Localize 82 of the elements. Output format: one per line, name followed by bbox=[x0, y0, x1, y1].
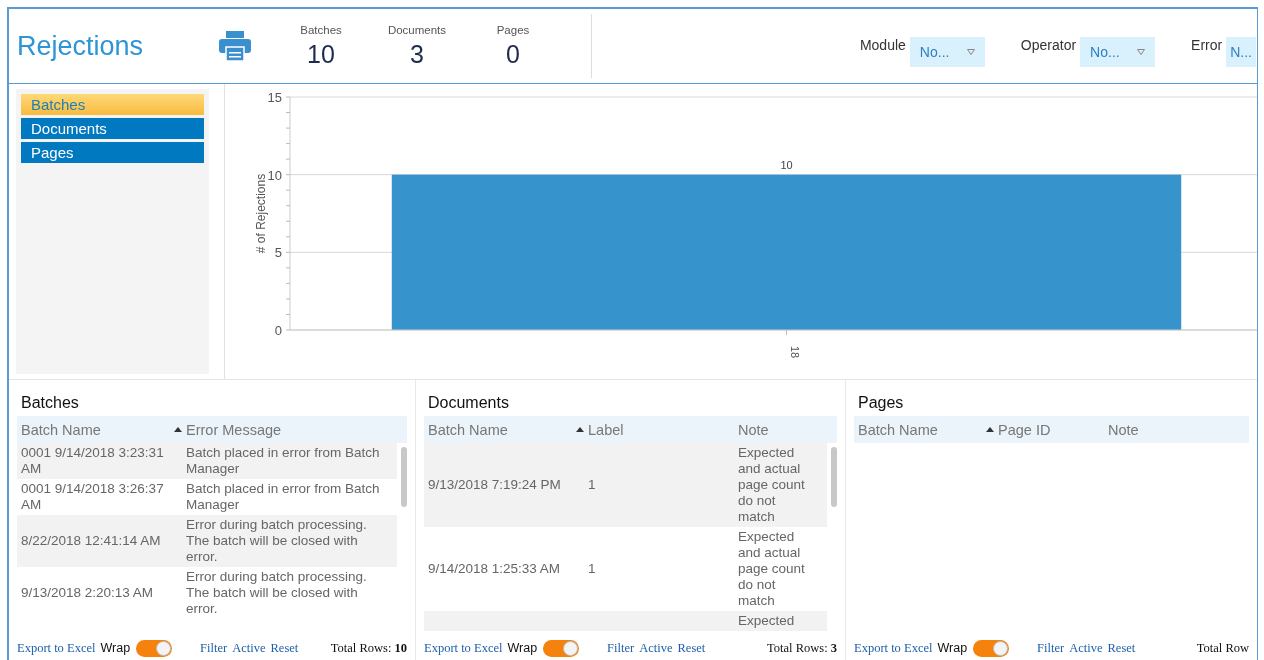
page-title: Rejections bbox=[17, 30, 145, 62]
filter-dropdown[interactable]: No... bbox=[1080, 37, 1156, 67]
sort-ascending-icon bbox=[576, 427, 584, 432]
y-tick-label: 10 bbox=[267, 167, 282, 183]
table-cell: Error during batch processing. The batch will be closed with error. bbox=[186, 517, 367, 564]
caret-icon bbox=[1137, 49, 1146, 55]
footer-link[interactable]: Reset bbox=[270, 640, 299, 656]
filter-label: Operator bbox=[1020, 37, 1077, 53]
panel-title: Documents bbox=[428, 394, 510, 412]
footer-link[interactable]: Filter bbox=[607, 640, 635, 656]
column-header[interactable]: Batch Name bbox=[854, 421, 994, 438]
column-header[interactable]: Batch Name bbox=[17, 421, 182, 438]
x-tick-label: 18 bbox=[788, 346, 801, 359]
table-cell: 9/13/2018 2:20:13 AM bbox=[21, 585, 154, 600]
wrap-label: Wrap bbox=[507, 641, 538, 655]
table-cell: Expected and actual page count do not match bbox=[738, 445, 805, 524]
total-rows: Total Rows: 3 bbox=[767, 640, 837, 656]
total-rows: Total Row bbox=[1196, 640, 1249, 656]
stat-value: 3 bbox=[410, 39, 424, 69]
table-cell: 9/14/2018 1:25:33 AM bbox=[428, 561, 561, 576]
footer-link[interactable]: Reset bbox=[1107, 640, 1136, 656]
total-rows: Total Rows: 10 bbox=[330, 640, 407, 656]
sidebar-item[interactable]: Pages bbox=[21, 142, 204, 163]
scrollbar-thumb[interactable] bbox=[831, 447, 837, 507]
filter-dropdown[interactable]: No... bbox=[909, 37, 985, 67]
table-cell: Expected and actual page count do not match bbox=[738, 529, 805, 608]
sidebar-item[interactable]: Documents bbox=[21, 118, 204, 139]
panel-title: Batches bbox=[21, 394, 80, 412]
wrap-toggle[interactable] bbox=[973, 639, 1010, 657]
footer-link[interactable]: Filter bbox=[1037, 640, 1065, 656]
stat-label: Batches bbox=[300, 23, 342, 36]
table-cell: 8/22/2018 12:41:14 AM bbox=[21, 533, 161, 548]
filter-label: Module bbox=[859, 37, 906, 53]
panel-title: Pages bbox=[858, 394, 905, 412]
filter-dropdown[interactable]: N... bbox=[1226, 37, 1256, 67]
column-header[interactable]: Batch Name bbox=[424, 421, 584, 438]
sidebar-item[interactable]: Batches bbox=[21, 94, 204, 115]
export-link[interactable]: Export to Excel bbox=[424, 640, 503, 656]
table-cell: 0001 9/14/2018 3:23:31 AM bbox=[21, 445, 164, 476]
scrollbar-thumb[interactable] bbox=[401, 447, 407, 507]
table-row[interactable]: 0001 9/14/2018 3:23:31 AM Batch placed in error from Batch Manager bbox=[17, 443, 397, 479]
sort-ascending-icon bbox=[174, 427, 182, 432]
y-tick-label: 0 bbox=[274, 323, 282, 338]
table-cell: Batch placed in error from Batch Manager bbox=[186, 445, 380, 476]
footer-link[interactable]: Active bbox=[1069, 640, 1103, 656]
y-axis-title: # of Rejections bbox=[254, 173, 268, 254]
y-tick-label: 5 bbox=[274, 245, 282, 261]
printer-icon[interactable] bbox=[219, 31, 251, 61]
table-row[interactable]: 8/22/2018 12:41:14 AM Error during batch processing. The batch will be closed with error. bbox=[17, 515, 397, 567]
wrap-toggle[interactable] bbox=[543, 639, 580, 657]
wrap-label: Wrap bbox=[100, 641, 131, 655]
data-label: 10 bbox=[780, 158, 793, 171]
export-link[interactable]: Export to Excel bbox=[17, 640, 96, 656]
export-link[interactable]: Export to Excel bbox=[854, 640, 933, 656]
table-row[interactable]: Expected bbox=[424, 611, 827, 631]
table-cell: Error during batch processing. The batch will be closed with error. bbox=[186, 569, 367, 616]
column-header[interactable]: Error Message bbox=[182, 421, 387, 438]
footer-link[interactable]: Filter bbox=[200, 640, 228, 656]
column-header[interactable]: Page ID bbox=[994, 421, 1104, 438]
stat-label: Pages bbox=[496, 23, 530, 36]
caret-icon bbox=[966, 49, 975, 55]
wrap-label: Wrap bbox=[937, 641, 968, 655]
filter-label: Error bbox=[1191, 37, 1223, 53]
table-cell: 1 bbox=[588, 561, 596, 576]
table-cell: Batch placed in error from Batch Manager bbox=[186, 481, 380, 512]
column-header[interactable]: Note bbox=[1104, 421, 1254, 438]
stat-value: 0 bbox=[506, 39, 520, 69]
table-cell: 9/13/2018 7:19:24 PM bbox=[428, 477, 561, 492]
sort-ascending-icon bbox=[986, 427, 994, 432]
wrap-toggle[interactable] bbox=[136, 639, 173, 657]
column-header[interactable]: Label bbox=[584, 421, 734, 438]
footer-link[interactable]: Active bbox=[232, 640, 266, 656]
stat-label: Documents bbox=[387, 23, 447, 36]
table-cell: 0001 9/14/2018 3:26:37 AM bbox=[21, 481, 164, 512]
footer-link[interactable]: Reset bbox=[677, 640, 706, 656]
table-row[interactable]: 9/13/2018 7:19:24 PM 1 Expected and actual page count do not match bbox=[424, 443, 827, 527]
stat-value: 10 bbox=[307, 39, 335, 69]
y-tick-label: 15 bbox=[267, 90, 282, 105]
footer-link[interactable]: Active bbox=[639, 640, 673, 656]
table-cell: Expected bbox=[738, 613, 795, 628]
column-header[interactable]: Note bbox=[734, 421, 814, 438]
table-cell: 1 bbox=[588, 477, 596, 492]
